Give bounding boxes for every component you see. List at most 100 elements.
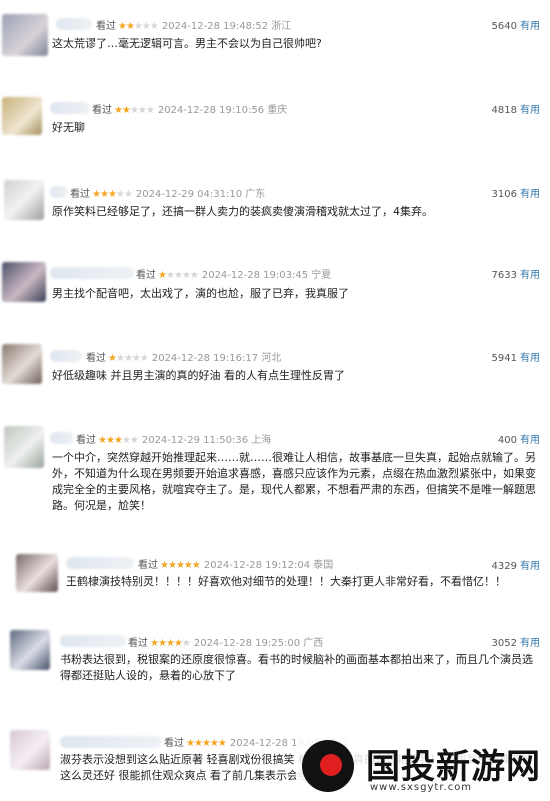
star-empty-icon: ★ [115, 353, 125, 364]
review-text: 一个中介，突然穿越开始推理起来……就……很难让人相信，故事基底一旦失真，起始点就… [52, 451, 536, 512]
star-filled-icon: ★ [92, 189, 101, 200]
avatar[interactable] [4, 180, 44, 220]
star-empty-icon: ★ [133, 21, 143, 32]
useful-button[interactable]: 有用 [520, 435, 540, 446]
useful-button[interactable]: 有用 [520, 270, 540, 281]
star-empty-icon: ★ [123, 189, 133, 200]
useful-button[interactable]: 有用 [520, 189, 540, 200]
vote-count: 5640 [491, 21, 517, 32]
username[interactable] [50, 350, 82, 362]
star-filled-icon: ★ [167, 560, 177, 571]
seen-label: 看过 [86, 353, 106, 364]
vote-count: 7633 [491, 270, 517, 281]
star-empty-icon: ★ [123, 353, 133, 364]
star-filled-icon: ★ [186, 738, 195, 749]
star-filled-icon: ★ [125, 21, 135, 32]
star-filled-icon: ★ [150, 638, 159, 649]
vote-count: 3106 [491, 189, 517, 200]
star-empty-icon: ★ [139, 353, 149, 364]
review-time: 2024-12-28 19:03:45 [201, 270, 309, 281]
useful-button[interactable]: 有用 [520, 353, 540, 364]
review-time: 2024-12-28 19:12:04 [203, 560, 311, 571]
seen-label: 看过 [96, 21, 116, 32]
vote-count: 400 [497, 435, 517, 446]
username[interactable] [50, 186, 68, 198]
star-empty-icon: ★ [129, 435, 139, 446]
vote-count: 3052 [491, 638, 517, 649]
star-empty-icon: ★ [131, 353, 141, 364]
star-empty-icon: ★ [181, 270, 191, 281]
review-text: 原作笑料已经够足了，还搞一群人卖力的装疯卖傻演滑稽戏就太过了，4集弃。 [52, 205, 433, 218]
review-time: 2024-12-29 11:50:36 [141, 435, 249, 446]
star-filled-icon: ★ [113, 435, 123, 446]
rating-stars: ★★★★★ [108, 353, 149, 364]
username[interactable] [66, 557, 134, 569]
rating-stars: ★★★★★ [92, 189, 133, 200]
avatar[interactable] [2, 14, 48, 56]
watermark-url: www.sxsgytr.com [370, 782, 473, 793]
star-filled-icon: ★ [99, 189, 109, 200]
avatar[interactable] [16, 554, 58, 592]
watermark: 国投新游网 www.sxsgytr.com [296, 736, 550, 801]
star-empty-icon: ★ [165, 270, 175, 281]
avatar[interactable] [10, 730, 50, 770]
seen-label: 看过 [164, 738, 184, 749]
useful-button[interactable]: 有用 [520, 21, 540, 32]
review-location: 上海 [251, 435, 272, 446]
avatar[interactable] [4, 426, 44, 468]
review-text: 男主找个配音吧，太出戏了，演的也尬，服了已弃，我真服了 [52, 287, 349, 300]
seen-label: 看过 [138, 560, 158, 571]
review-location: 广东 [245, 189, 266, 200]
review-location: 广西 [303, 638, 324, 649]
useful-button[interactable]: 有用 [520, 105, 540, 116]
review-location: 河北 [261, 353, 282, 364]
review-location: 宁夏 [311, 270, 332, 281]
star-filled-icon: ★ [201, 738, 211, 749]
review-text: 好低级趣味 并且男主演的真的好油 看的人有点生理性反胃了 [52, 369, 345, 382]
username[interactable] [56, 18, 92, 30]
rating-stars: ★★★★★ [98, 435, 139, 446]
username[interactable] [50, 267, 134, 279]
username[interactable] [50, 102, 90, 114]
username[interactable] [50, 432, 74, 444]
star-empty-icon: ★ [137, 105, 147, 116]
rating-stars: ★★★★★ [114, 105, 155, 116]
review-time: 2024-12-28 19:10:56 [157, 105, 265, 116]
review-text: 这太荒谬了…毫无逻辑可言。男主不会以为自己很帅吧? [52, 37, 322, 50]
review-location: 重庆 [267, 105, 288, 116]
star-filled-icon: ★ [175, 560, 185, 571]
review-text: 好无聊 [52, 121, 85, 134]
review-time: 2024-12-29 04:31:10 [135, 189, 243, 200]
star-filled-icon: ★ [118, 21, 127, 32]
star-filled-icon: ★ [158, 270, 167, 281]
star-filled-icon: ★ [160, 560, 169, 571]
watermark-title: 国投新游网 [366, 747, 541, 787]
rating-stars: ★★★★★ [150, 638, 191, 649]
username[interactable] [60, 736, 162, 748]
watermark-logo-icon [302, 740, 354, 792]
avatar[interactable] [2, 97, 42, 135]
star-filled-icon: ★ [165, 638, 175, 649]
star-empty-icon: ★ [149, 21, 159, 32]
useful-button[interactable]: 有用 [520, 638, 540, 649]
star-filled-icon: ★ [107, 189, 117, 200]
avatar[interactable] [2, 262, 46, 302]
star-filled-icon: ★ [157, 638, 167, 649]
star-filled-icon: ★ [98, 435, 107, 446]
star-filled-icon: ★ [105, 435, 115, 446]
review-time: 2024-12-28 19:48:52 [161, 21, 269, 32]
star-filled-icon: ★ [193, 738, 203, 749]
star-empty-icon: ★ [121, 435, 131, 446]
review-text: 书粉表达很到，税银案的还原度很惊喜。看书的时候脑补的画面基本都拍出来了，而且几个… [60, 653, 533, 682]
useful-button[interactable]: 有用 [520, 561, 540, 572]
star-empty-icon: ★ [145, 105, 155, 116]
star-filled-icon: ★ [191, 560, 201, 571]
seen-label: 看过 [70, 189, 90, 200]
star-empty-icon: ★ [115, 189, 125, 200]
star-filled-icon: ★ [114, 105, 123, 116]
avatar[interactable] [10, 630, 50, 670]
review-time: 2024-12-28 19:25:00 [193, 638, 301, 649]
username[interactable] [60, 635, 126, 647]
avatar[interactable] [2, 344, 42, 384]
seen-label: 看过 [128, 638, 148, 649]
